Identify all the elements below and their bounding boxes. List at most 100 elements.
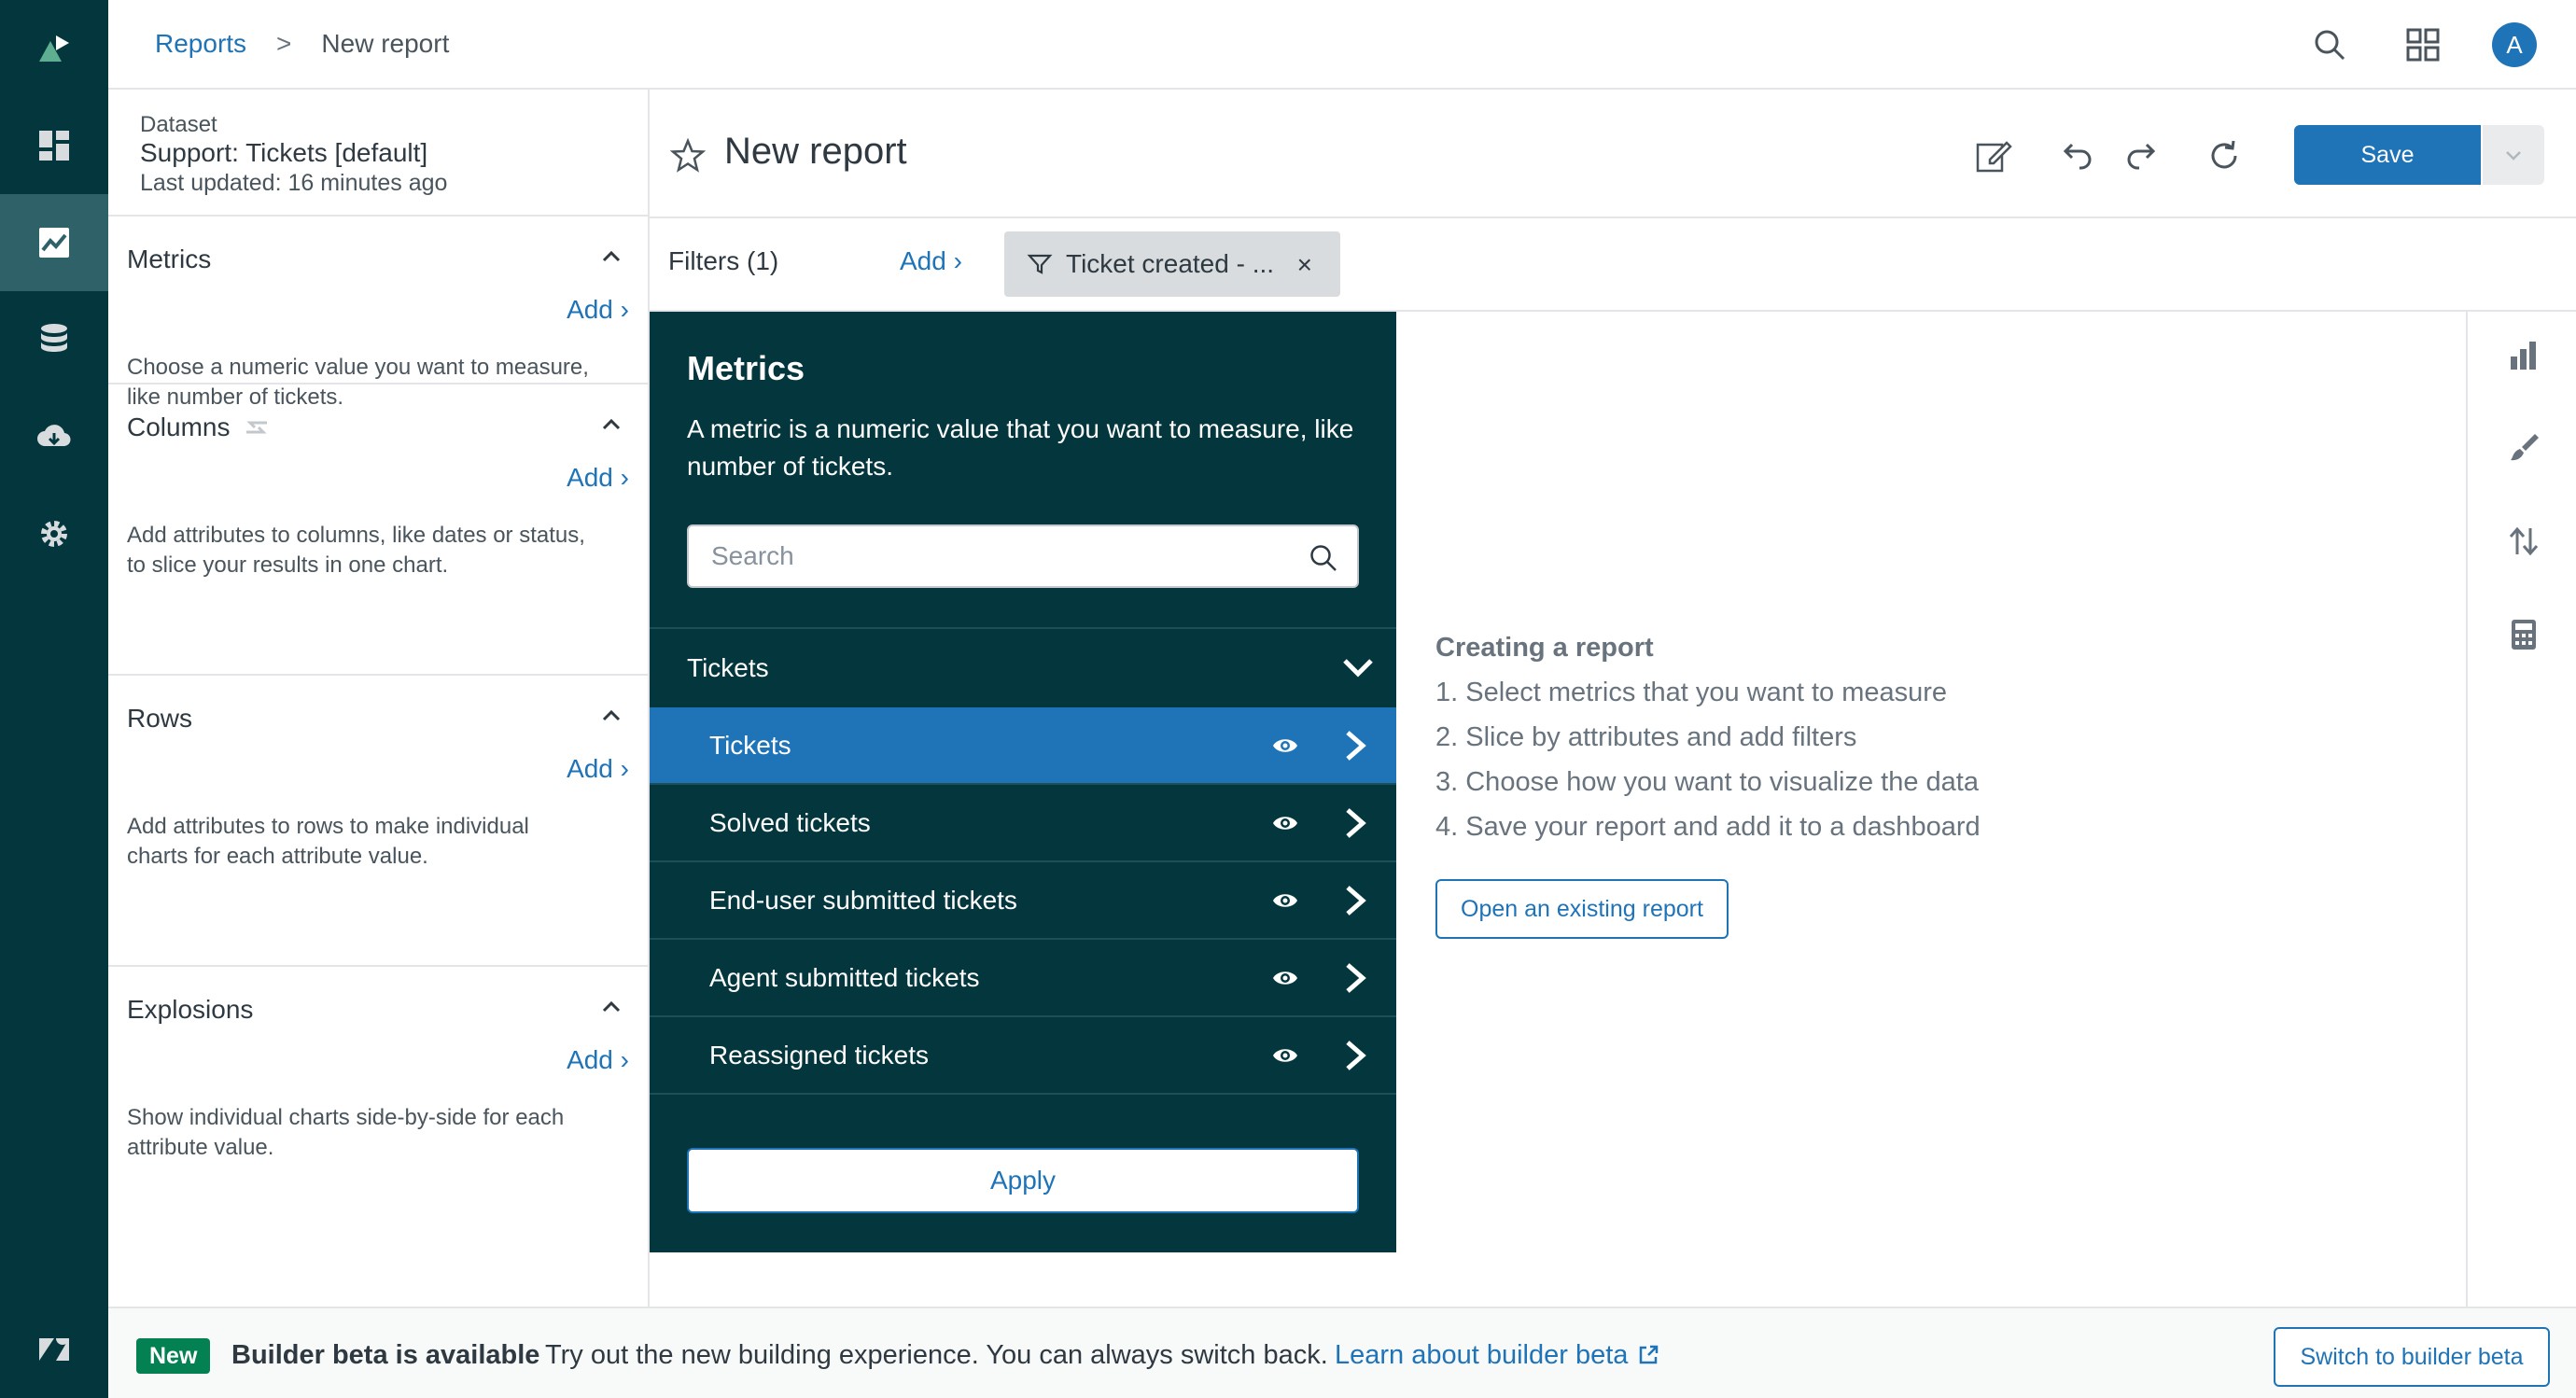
columns-section-title: Columns	[127, 412, 271, 442]
redo-icon[interactable]	[2122, 136, 2162, 175]
banner-heading: Builder beta is available	[231, 1340, 540, 1370]
report-canvas: Creating a report 1. Select metrics that…	[1396, 312, 2468, 1307]
nav-imports[interactable]	[0, 388, 108, 485]
metric-list: Tickets Solved tickets End-user submitte…	[650, 707, 1396, 1095]
add-metric-button[interactable]: Add ›	[567, 295, 629, 325]
user-avatar[interactable]: A	[2492, 22, 2537, 67]
eye-icon[interactable]	[1271, 734, 1299, 758]
remove-filter-button[interactable]: ×	[1297, 250, 1312, 280]
chevron-right-icon[interactable]	[1340, 1038, 1370, 1073]
help-step: 2. Slice by attributes and add filters	[1435, 722, 1857, 752]
chevron-up-icon[interactable]	[599, 412, 623, 437]
metric-group-tickets[interactable]: Tickets	[650, 627, 1396, 707]
refresh-icon[interactable]	[2205, 136, 2244, 175]
learn-builder-beta-link[interactable]: Learn about builder beta	[1335, 1340, 1628, 1371]
grid-icon	[2406, 28, 2440, 62]
metric-item-label: Tickets	[709, 730, 791, 760]
report-header: New report Save	[650, 90, 2576, 218]
add-column-button[interactable]: Add ›	[567, 463, 629, 493]
add-filter-button[interactable]: Add ›	[900, 246, 962, 276]
nav-reports[interactable]	[0, 194, 108, 291]
metric-item[interactable]: Solved tickets	[650, 785, 1396, 862]
swap-icon[interactable]	[243, 413, 271, 441]
star-icon[interactable]	[670, 138, 706, 174]
add-label: Add	[567, 754, 613, 783]
calculator-icon[interactable]	[2507, 618, 2541, 651]
datasets-icon	[41, 324, 67, 352]
banner-text: Try out the new building experience. You…	[545, 1340, 1328, 1370]
open-existing-report-button[interactable]: Open an existing report	[1435, 879, 1729, 939]
external-link-icon	[1639, 1345, 1659, 1364]
filter-chip-label: Ticket created - ...	[1066, 249, 1275, 278]
chevron-right-icon[interactable]	[1340, 960, 1370, 996]
explosions-description: Show individual charts side-by-side for …	[127, 1105, 565, 1160]
chevron-down-icon	[1343, 659, 1373, 678]
add-row-button[interactable]: Add ›	[567, 754, 629, 784]
chevron-right-icon[interactable]	[1340, 883, 1370, 918]
edit-icon[interactable]	[1973, 136, 2012, 175]
chevron-up-icon[interactable]	[599, 245, 623, 269]
chevron-right-icon[interactable]	[1340, 805, 1370, 841]
metric-item[interactable]: Agent submitted tickets	[650, 940, 1396, 1017]
explosions-section: Explosions Add › Show individual charts …	[108, 967, 648, 1211]
metrics-panel-title: Metrics	[687, 349, 805, 387]
metrics-picker-panel: Metrics A metric is a numeric value that…	[650, 312, 1396, 1252]
add-label: Add	[567, 295, 613, 324]
help-title: Creating a report	[1435, 633, 1654, 663]
chevron-up-icon[interactable]	[599, 704, 623, 728]
metrics-search-box	[687, 524, 1359, 588]
breadcrumb-current: New report	[321, 29, 450, 58]
metric-item[interactable]: Tickets	[650, 707, 1396, 785]
add-label: Add	[567, 1045, 613, 1074]
metric-item[interactable]: Reassigned tickets	[650, 1017, 1396, 1095]
paintbrush-icon[interactable]	[2507, 431, 2541, 465]
nav-datasets[interactable]	[0, 291, 108, 388]
add-explosion-button[interactable]: Add ›	[567, 1045, 629, 1075]
chevron-down-icon	[2506, 151, 2521, 161]
metric-item-label: End-user submitted tickets	[709, 885, 1017, 915]
columns-title-text: Columns	[127, 412, 231, 441]
filter-icon	[1027, 254, 1053, 274]
top-bar: Reports > New report A	[108, 0, 2576, 90]
metric-item-label: Solved tickets	[709, 807, 871, 837]
dataset-name[interactable]: Support: Tickets [default]	[140, 138, 648, 168]
nav-rail	[0, 0, 108, 1398]
save-button[interactable]: Save	[2294, 125, 2481, 185]
bar-chart-icon[interactable]	[2507, 338, 2541, 371]
rows-section: Rows Add › Add attributes to rows to mak…	[108, 676, 648, 967]
eye-icon[interactable]	[1271, 1043, 1299, 1068]
product-logo-icon[interactable]	[0, 0, 108, 97]
undo-icon[interactable]	[2057, 136, 2096, 175]
chevron-up-icon[interactable]	[599, 995, 623, 1019]
eye-icon[interactable]	[1271, 888, 1299, 913]
product-tray-button[interactable]	[2401, 22, 2445, 67]
zendesk-logo-icon	[39, 1338, 69, 1361]
filters-label: Filters (1)	[668, 246, 779, 275]
search-button[interactable]	[2307, 22, 2352, 67]
save-options-button[interactable]	[2483, 125, 2544, 185]
metrics-panel-description: A metric is a numeric value that you wan…	[687, 414, 1354, 481]
breadcrumb-reports-link[interactable]: Reports	[155, 29, 246, 59]
new-badge: New	[136, 1338, 211, 1374]
dataset-label: Dataset	[140, 112, 217, 137]
chevron-right-icon[interactable]	[1340, 728, 1370, 763]
metrics-search-input[interactable]	[689, 526, 1267, 586]
report-title: New report	[724, 131, 907, 172]
eye-icon[interactable]	[1271, 966, 1299, 990]
metric-item[interactable]: End-user submitted tickets	[650, 862, 1396, 940]
dataset-info: Dataset Support: Tickets [default] Last …	[108, 90, 648, 217]
switch-to-builder-beta-button[interactable]: Switch to builder beta	[2274, 1327, 2550, 1387]
eye-icon[interactable]	[1271, 811, 1299, 835]
nav-settings[interactable]	[0, 485, 108, 582]
search-icon	[2315, 30, 2345, 61]
help-step: 3. Choose how you want to visualize the …	[1435, 767, 1979, 797]
sort-icon[interactable]	[2507, 524, 2541, 558]
zendesk-logo[interactable]	[0, 1301, 108, 1398]
help-step: 1. Select metrics that you want to measu…	[1435, 678, 1948, 707]
filters-bar: Filters (1) Add › Ticket created - ... ×	[650, 218, 2576, 312]
filter-chip-ticket-created[interactable]: Ticket created - ... ×	[1004, 231, 1340, 297]
apply-button[interactable]: Apply	[687, 1148, 1359, 1213]
reports-icon	[39, 228, 69, 258]
gear-icon	[41, 521, 67, 547]
nav-dashboards[interactable]	[0, 97, 108, 194]
